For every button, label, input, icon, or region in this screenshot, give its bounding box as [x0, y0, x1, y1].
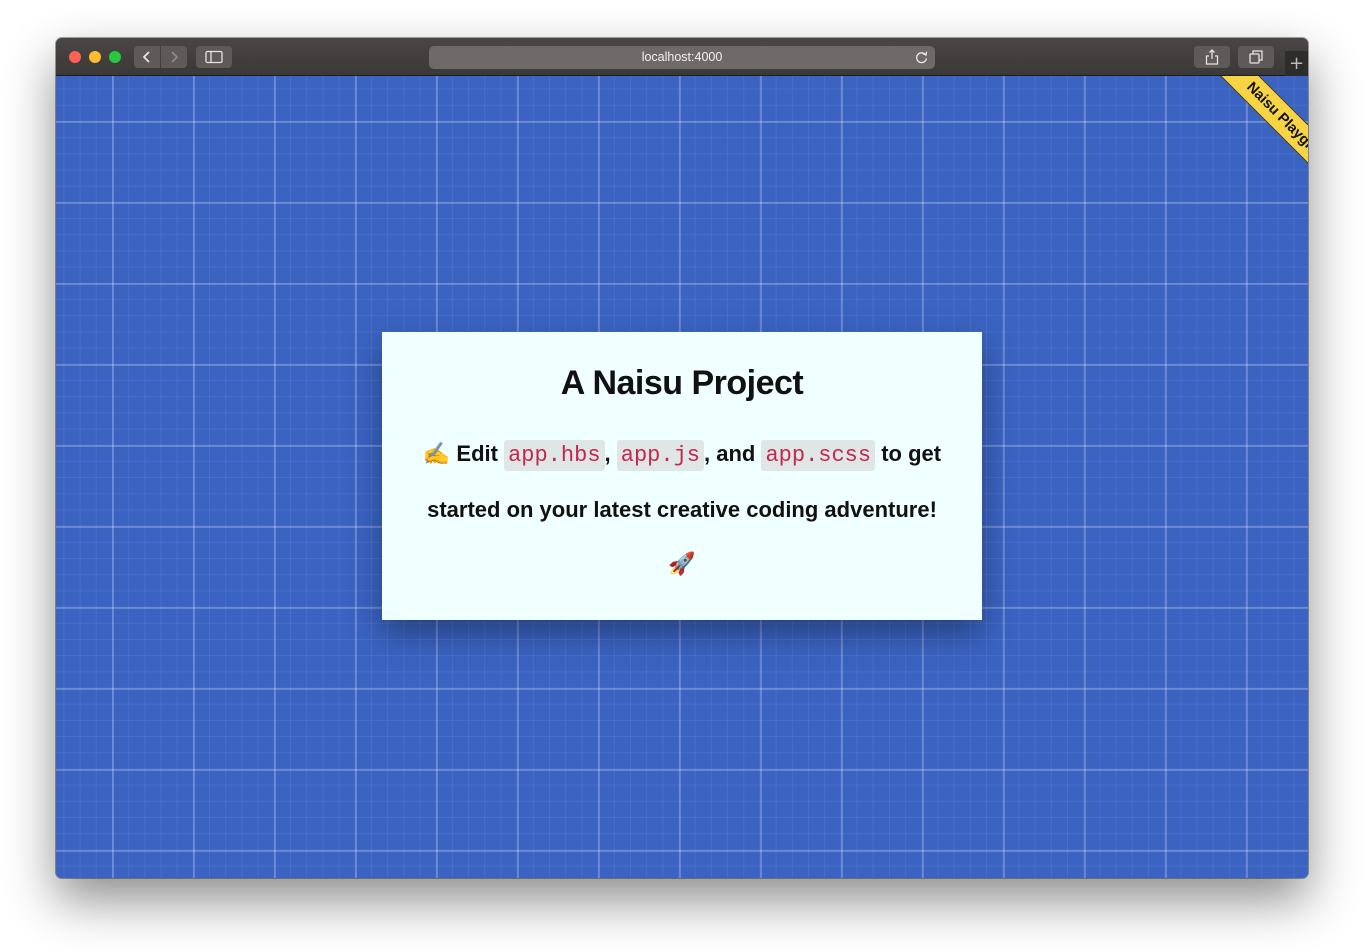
close-window-button[interactable] [69, 51, 81, 63]
intro-text: ✍️ Edit app.hbs, app.js, and app.scss to… [418, 427, 946, 591]
url-text: localhost:4000 [641, 50, 723, 64]
rocket-icon: 🚀 [668, 551, 696, 576]
file-name-hbs: app.hbs [504, 440, 605, 471]
show-tabs-button[interactable] [1238, 46, 1274, 68]
address-bar[interactable]: localhost:4000 [429, 46, 935, 69]
intro-card: A Naisu Project ✍️ Edit app.hbs, app.js,… [382, 332, 982, 620]
browser-toolbar: localhost:4000 + [56, 38, 1308, 76]
back-button[interactable] [134, 46, 160, 68]
edit-word: Edit [456, 441, 498, 466]
file-name-scss: app.scss [761, 440, 876, 471]
tabs-overview-icon [1249, 50, 1263, 64]
page-title: A Naisu Project [560, 364, 804, 402]
page-viewport: Naisu Playgr... A Naisu Project ✍️ Edit … [56, 76, 1308, 878]
maximize-window-button[interactable] [109, 51, 121, 63]
corner-ribbon[interactable]: Naisu Playgr... [1196, 76, 1308, 208]
minimize-window-button[interactable] [89, 51, 101, 63]
chevron-right-icon [171, 51, 179, 63]
chevron-left-icon [142, 51, 150, 63]
file-name-js: app.js [616, 440, 704, 471]
reload-icon[interactable] [914, 50, 929, 65]
sidebar-toggle-button[interactable] [196, 46, 232, 68]
writing-hand-icon: ✍️ [422, 441, 451, 466]
sidebar-icon [205, 50, 223, 64]
share-button[interactable] [1194, 46, 1230, 68]
separator: , [604, 441, 611, 466]
new-tab-button[interactable]: + [1285, 51, 1308, 76]
browser-window: localhost:4000 + Naisu Playgr... A Naisu… [56, 38, 1308, 878]
forward-button[interactable] [161, 46, 187, 68]
share-icon [1205, 49, 1219, 65]
separator: , and [704, 441, 756, 466]
